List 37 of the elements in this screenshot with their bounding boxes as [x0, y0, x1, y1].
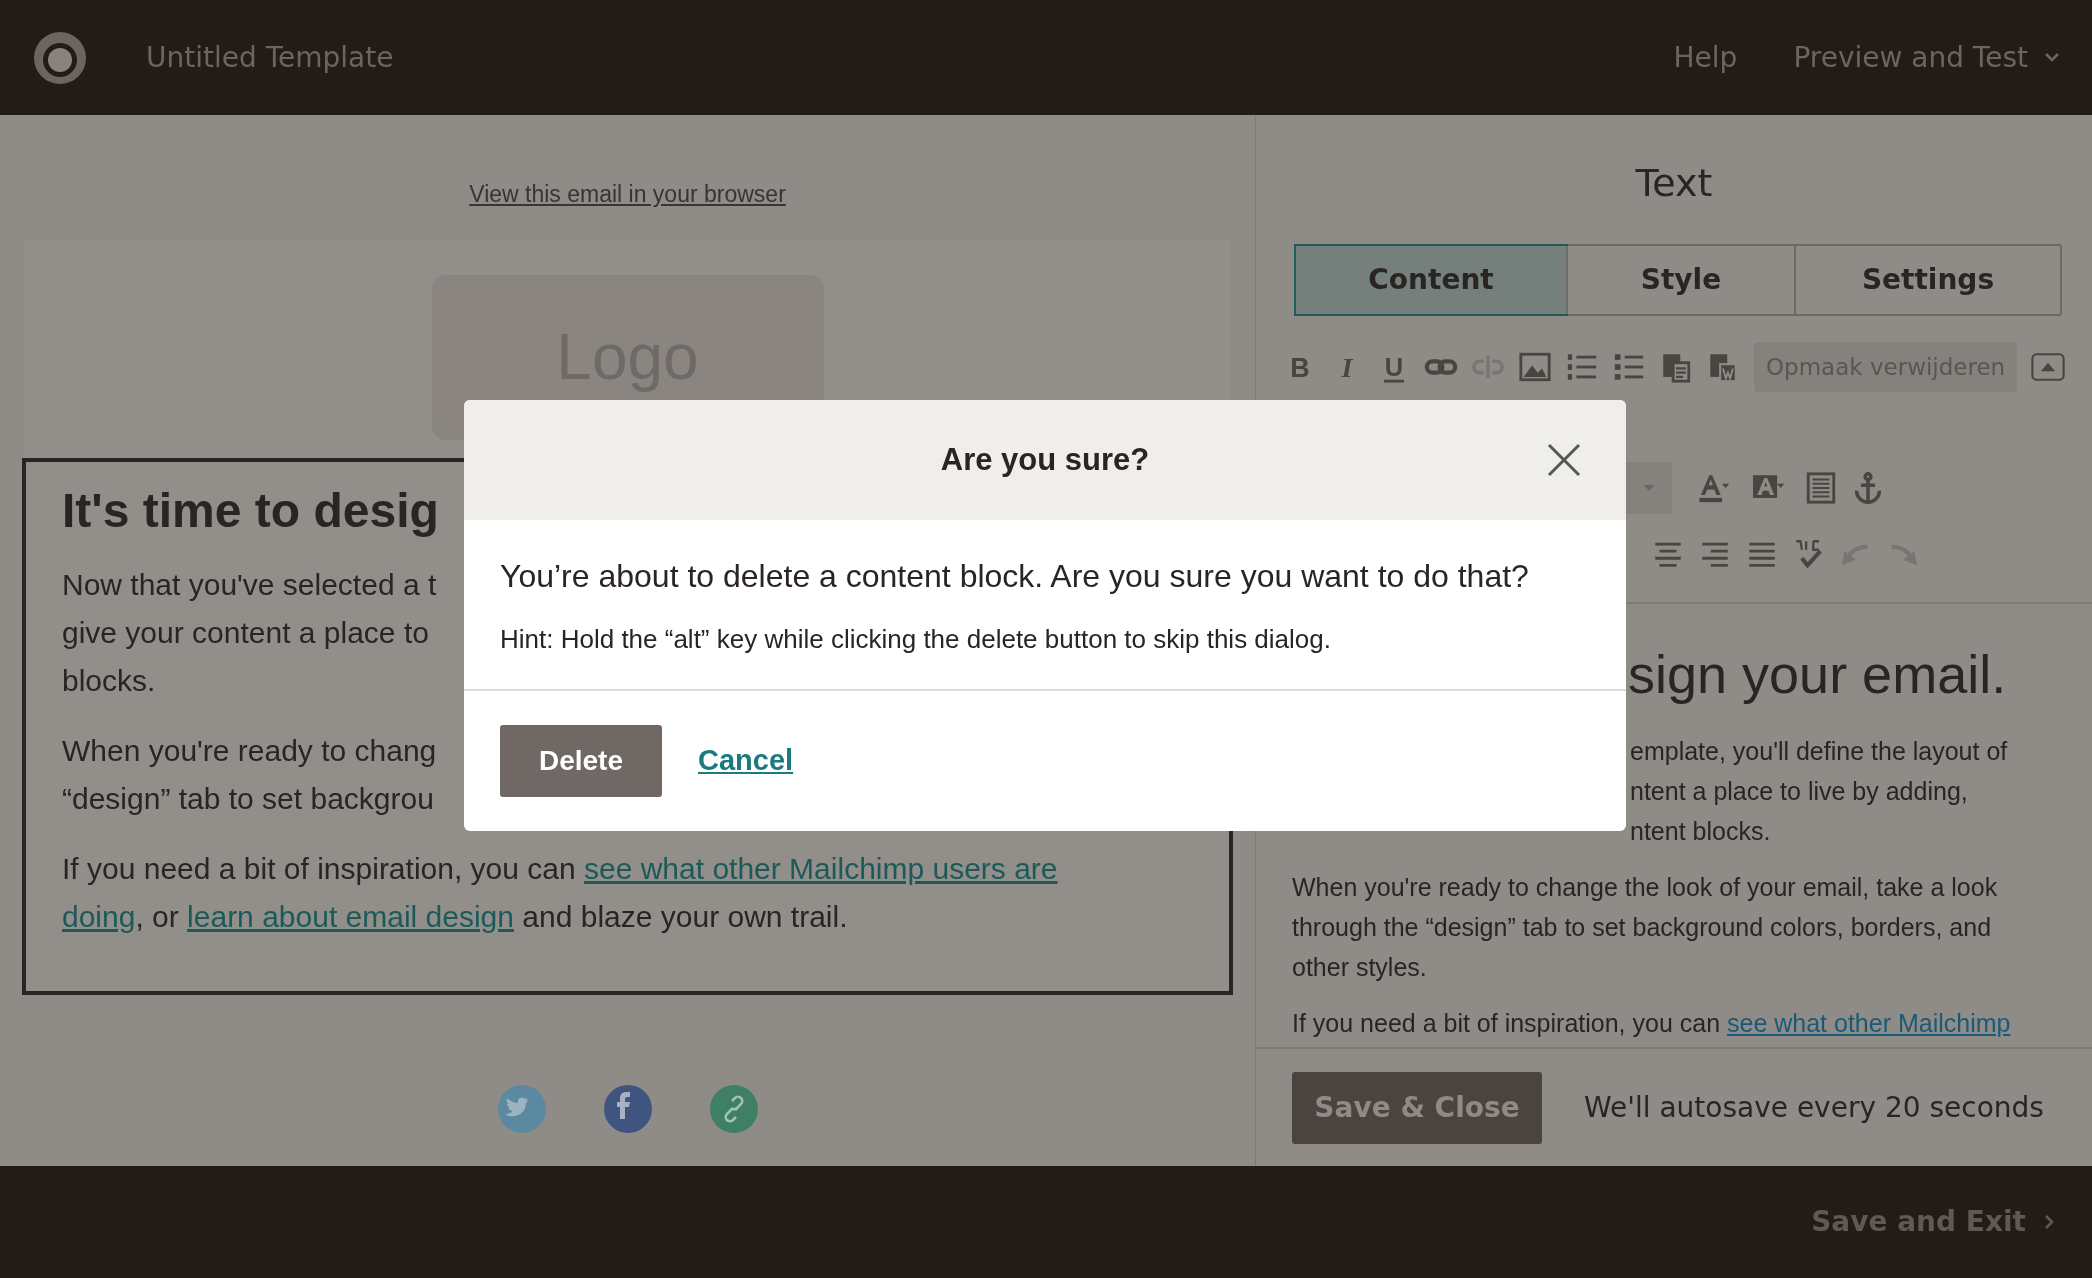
body-text: Now that you've selected a t: [62, 567, 437, 604]
template-title: Untitled Template: [146, 39, 394, 76]
dialog-hint: Hint: Hold the “alt” key while clicking the delete button to skip this dialog.: [500, 623, 1332, 656]
body-text: “design” tab to set backgrou: [62, 781, 434, 818]
panel-tab[interactable]: Content: [1296, 246, 1566, 314]
browser-link[interactable]: View this email in your browser: [469, 177, 786, 212]
body-text: If you need a bit of inspiration, you can: [1292, 1007, 1722, 1039]
body-text: give your content a place to: [62, 615, 429, 652]
panel-tab[interactable]: Style: [1566, 246, 1794, 314]
body-text: If you need a bit of inspiration, you can: [62, 851, 577, 888]
save-exit-link[interactable]: Save and Exit: [1811, 1201, 2058, 1243]
delete-button[interactable]: Delete: [500, 725, 662, 797]
editor-heading: sign your email.: [1628, 643, 2008, 706]
text-link[interactable]: see what other Mailchimp users are: [584, 845, 1058, 894]
panel-title: Text: [1634, 160, 1714, 207]
text-link[interactable]: learn about email design: [187, 893, 514, 942]
body-text: ntent a place to live by adding,: [1630, 775, 1968, 807]
body-text: When you're ready to change the look of your email, take a look: [1292, 871, 1998, 903]
autosave-note: We'll autosave every 20 seconds: [1584, 1089, 2044, 1126]
body-text: through the “design” tab to set background colors, borders, and: [1292, 911, 1992, 943]
dialog-message: You’re about to delete a content block. Are you sure you want to do that?: [500, 557, 1530, 596]
body-text: ntent blocks.: [1630, 815, 1771, 847]
body-text: and blaze your own trail.: [521, 899, 848, 936]
panel-tab[interactable]: Settings: [1794, 246, 2060, 314]
body-text: emplate, you'll define the layout of: [1630, 735, 2008, 767]
save-close-button[interactable]: Save & Close: [1292, 1071, 1542, 1144]
body-text: blocks.: [62, 663, 156, 700]
block-heading: It's time to desig: [62, 482, 440, 539]
text-link[interactable]: see what other Mailchimp: [1727, 1002, 2011, 1043]
body-text: When you're ready to chang: [62, 733, 437, 770]
cancel-link[interactable]: Cancel: [698, 739, 794, 783]
preview-menu[interactable]: Preview and Test: [1793, 36, 2060, 79]
help-link[interactable]: Help: [1673, 36, 1738, 79]
body-text: other styles.: [1292, 951, 1427, 983]
body-text: , or: [135, 899, 180, 936]
text-link[interactable]: doing: [62, 893, 136, 942]
dialog-title: Are you sure?: [940, 441, 1150, 479]
